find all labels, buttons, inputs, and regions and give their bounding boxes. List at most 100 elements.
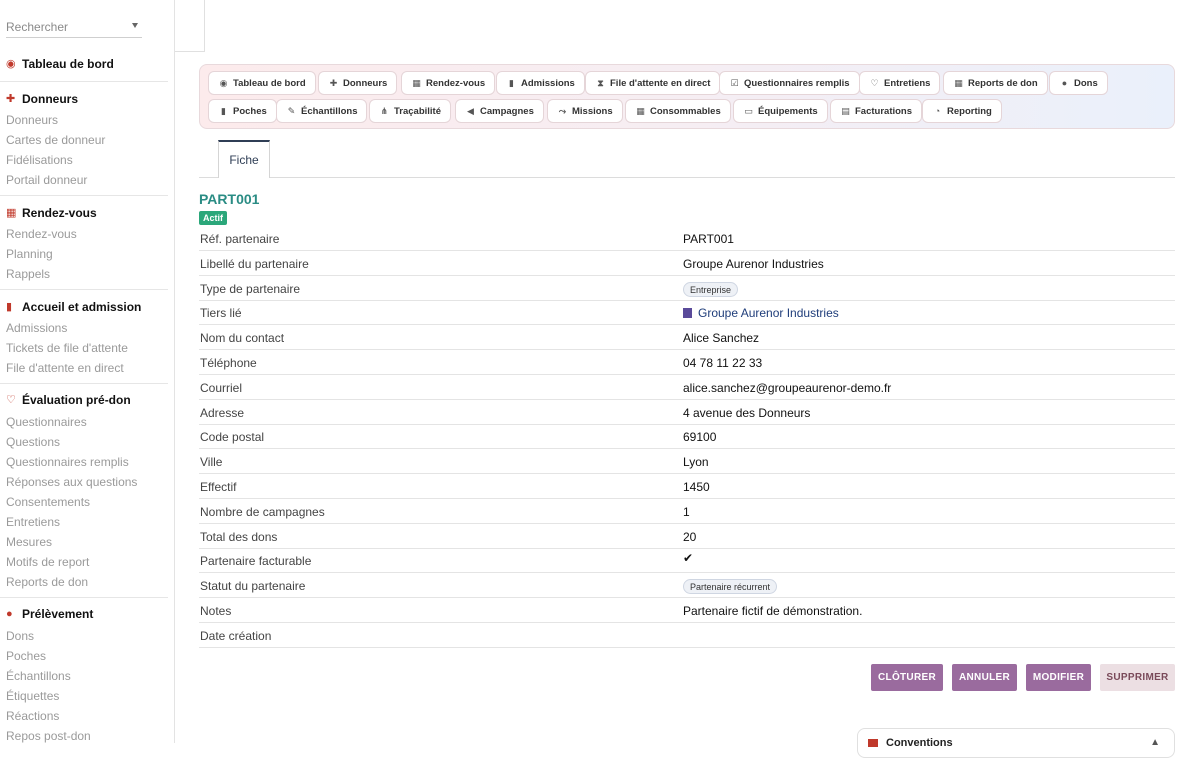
search-select[interactable]: Rechercher — [6, 16, 142, 38]
nav-dons[interactable]: ● Dons — [1049, 71, 1108, 95]
nav-reporting[interactable]: ◔ Reporting — [922, 99, 1002, 123]
edit-button[interactable]: MODIFIER — [1026, 664, 1091, 691]
field-value: 1 — [683, 505, 690, 519]
field-label: Nombre de campagnes — [200, 505, 325, 519]
nav-label: Poches — [233, 105, 267, 117]
sidebar-item-tickets[interactable]: Tickets de file d'attente — [6, 341, 128, 355]
nav-tracabilite[interactable]: ⋔ Traçabilité — [369, 99, 451, 123]
bag-icon: ▮ — [221, 105, 226, 116]
sidebar-item-poches[interactable]: Poches — [6, 649, 46, 663]
nav-label: Reporting — [947, 105, 992, 117]
sidebar-section-evaluation[interactable]: ♡ Évaluation pré-don — [6, 393, 131, 407]
tab-fiche[interactable]: Fiche — [218, 140, 270, 178]
nav-missions[interactable]: ⤳ Missions — [547, 99, 623, 123]
sidebar-section-accueil[interactable]: ▮ Accueil et admission — [6, 300, 141, 314]
sidebar-item-questionnaires-remplis[interactable]: Questionnaires remplis — [6, 455, 129, 469]
nav-poches[interactable]: ▮ Poches — [208, 99, 277, 123]
nav-campagnes[interactable]: ◀ Campagnes — [455, 99, 544, 123]
chevron-down-icon[interactable] — [132, 23, 138, 28]
nav-reports-de-don[interactable]: ▦ Reports de don — [943, 71, 1048, 95]
nav-donneurs[interactable]: ✚ Donneurs — [318, 71, 398, 95]
linked-third-party-link[interactable]: Groupe Aurenor Industries — [698, 306, 839, 320]
sidebar-item-portail-donneur[interactable]: Portail donneur — [6, 173, 87, 187]
delete-button[interactable]: SUPPRIMER — [1100, 664, 1175, 691]
nav-admissions[interactable]: ▮ Admissions — [496, 71, 585, 95]
calendar-icon: ▦ — [6, 206, 17, 219]
nav-tableau-de-bord[interactable]: ◉ Tableau de bord — [208, 71, 316, 95]
field-value: 1450 — [683, 480, 710, 494]
sidebar-item-mesures[interactable]: Mesures — [6, 535, 52, 549]
sidebar-item-cartes-de-donneur[interactable]: Cartes de donneur — [6, 133, 105, 147]
sidebar-item-fidelisations[interactable]: Fidélisations — [6, 153, 73, 167]
field-label: Code postal — [200, 430, 265, 444]
nav-label: File d'attente en direct — [610, 77, 711, 89]
cancel-button[interactable]: ANNULER — [952, 664, 1017, 691]
sidebar-item-file-attente[interactable]: File d'attente en direct — [6, 361, 124, 375]
sidebar-item-planning[interactable]: Planning — [6, 247, 53, 261]
nav-facturations[interactable]: ▤ Facturations — [830, 99, 923, 123]
page-title: PART001 — [199, 191, 260, 207]
sidebar-item-reponses[interactable]: Réponses aux questions — [6, 475, 137, 489]
nav-rendez-vous[interactable]: ▦ Rendez-vous — [401, 71, 496, 95]
pie-chart-icon: ◔ — [934, 106, 941, 116]
field-label: Type de partenaire — [200, 282, 301, 296]
field-row: Réf. partenaire PART001 — [199, 226, 1175, 251]
sidebar-section-label: Rendez-vous — [22, 206, 97, 220]
field-value: Partenaire fictif de démonstration. — [683, 604, 863, 618]
field-label: Téléphone — [200, 356, 257, 370]
sidebar-item-rappels[interactable]: Rappels — [6, 267, 50, 281]
field-label: Tiers lié — [200, 306, 242, 320]
field-label: Adresse — [200, 406, 245, 420]
nav-questionnaires-remplis[interactable]: ☑ Questionnaires remplis — [719, 71, 860, 95]
sidebar-item-repos[interactable]: Repos post-don — [6, 729, 91, 743]
sidebar-item-dons[interactable]: Dons — [6, 629, 34, 643]
close-record-button[interactable]: CLÔTURER — [871, 664, 943, 691]
nav-label: Reports de don — [968, 77, 1038, 89]
sidebar-section-label: Évaluation pré-don — [22, 393, 131, 407]
sidebar-section-donneurs[interactable]: ✚ Donneurs — [6, 92, 78, 106]
field-row: Code postal 69100 — [199, 424, 1175, 449]
sidebar-item-rendez-vous[interactable]: Rendez-vous — [6, 227, 77, 241]
checklist-icon: ☑ — [730, 77, 739, 88]
nav-echantillons[interactable]: ✎ Échantillons — [276, 99, 368, 123]
sidebar-item-motifs-report[interactable]: Motifs de report — [6, 555, 89, 569]
sidebar-item-consentements[interactable]: Consentements — [6, 495, 90, 509]
field-row: Nom du contact Alice Sanchez — [199, 325, 1175, 350]
nav-file-attente[interactable]: ⧗ File d'attente en direct — [585, 71, 721, 95]
sidebar-item-donneurs[interactable]: Donneurs — [6, 113, 58, 127]
sidebar-item-questions[interactable]: Questions — [6, 435, 60, 449]
nav-equipements[interactable]: ▭ Équipements — [733, 99, 828, 123]
drop-icon: ● — [6, 607, 13, 620]
building-icon — [683, 308, 692, 318]
sidebar-item-entretiens[interactable]: Entretiens — [6, 515, 60, 529]
sidebar-section-tableau-de-bord[interactable]: ◉ Tableau de bord — [6, 57, 114, 71]
nav-label: Missions — [572, 105, 613, 117]
field-label: Nom du contact — [200, 331, 285, 345]
card-title: Conventions — [886, 737, 953, 749]
field-label: Ville — [200, 455, 223, 469]
sidebar-item-etiquettes[interactable]: Étiquettes — [6, 689, 59, 703]
sidebar-section-prelevement[interactable]: ● Prélèvement — [6, 607, 93, 621]
field-row: Courriel alice.sanchez@groupeaurenor-dem… — [199, 375, 1175, 400]
sidebar-section-rendez-vous[interactable]: ▦ Rendez-vous — [6, 206, 97, 220]
sidebar-item-echantillons[interactable]: Échantillons — [6, 669, 71, 683]
sidebar-item-reports-don[interactable]: Reports de don — [6, 575, 88, 589]
field-value: 69100 — [683, 430, 717, 444]
calendar-icon: ▦ — [412, 77, 421, 88]
field-row: Date création — [199, 623, 1175, 648]
sidebar-item-reactions[interactable]: Réactions — [6, 709, 59, 723]
nav-label: Rendez-vous — [426, 77, 486, 89]
nav-entretiens[interactable]: ♡ Entretiens — [859, 71, 941, 95]
network-icon: ⋔ — [380, 105, 389, 116]
nav-consommables[interactable]: ▦ Consommables — [625, 99, 731, 123]
sidebar-item-questionnaires[interactable]: Questionnaires — [6, 415, 87, 429]
sidebar-item-admissions[interactable]: Admissions — [6, 321, 67, 335]
conventions-card[interactable]: Conventions ▲ — [857, 728, 1175, 758]
field-value: Groupe Aurenor Industries — [683, 257, 824, 271]
field-value: 4 avenue des Donneurs — [683, 406, 811, 420]
nav-label: Admissions — [521, 77, 575, 89]
type-chip: Entreprise — [683, 282, 739, 297]
field-value: Entreprise — [683, 282, 739, 297]
pipette-icon: ✎ — [287, 105, 296, 116]
stethoscope-icon: ♡ — [870, 77, 879, 88]
